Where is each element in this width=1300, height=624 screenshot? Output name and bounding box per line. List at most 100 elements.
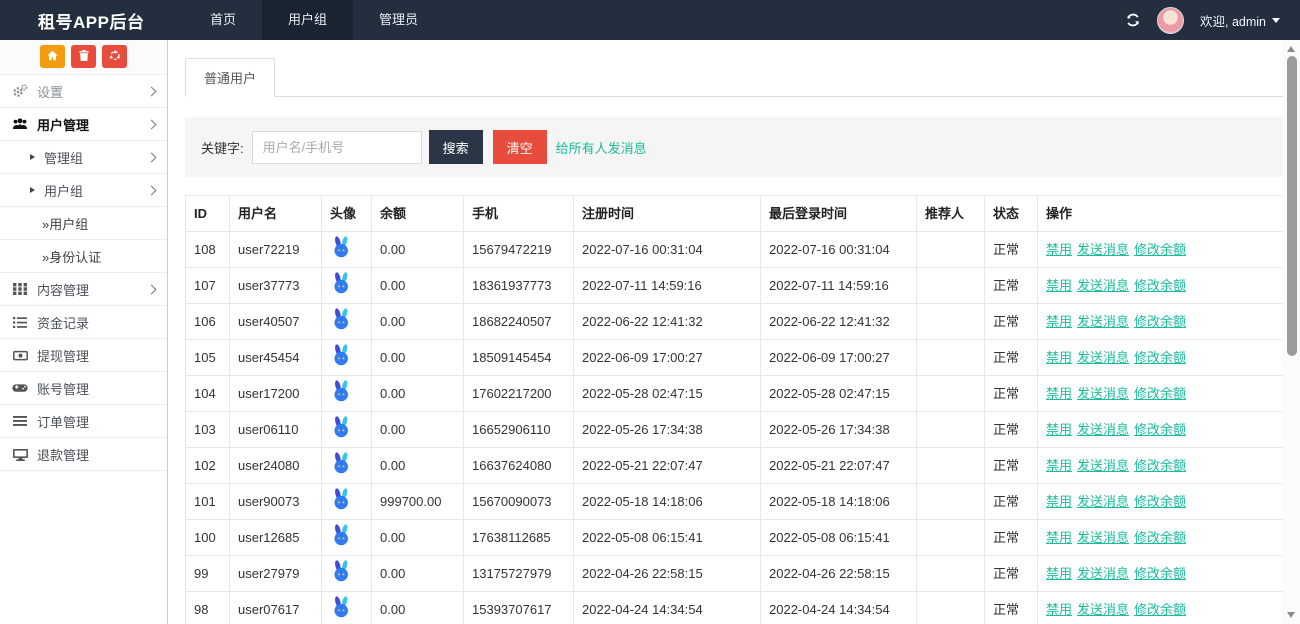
column-header: 用户名 <box>230 196 322 232</box>
cell-last-login: 2022-04-26 22:58:15 <box>761 556 917 592</box>
monitor-icon <box>12 448 28 461</box>
cell-username: user40507 <box>230 304 322 340</box>
rabbit-avatar-icon <box>330 380 353 403</box>
sidebar-item-fund-records[interactable]: 资金记录 <box>0 306 167 339</box>
user-avatar[interactable] <box>1157 7 1184 34</box>
action-link[interactable]: 禁用 <box>1046 386 1072 401</box>
action-link[interactable]: 禁用 <box>1046 422 1072 437</box>
cell-avatar <box>322 592 372 624</box>
column-header: 余额 <box>372 196 464 232</box>
action-link[interactable]: 禁用 <box>1046 350 1072 365</box>
cell-avatar <box>322 448 372 484</box>
action-link[interactable]: 禁用 <box>1046 602 1072 617</box>
table-row: 103 user06110 0.00 16652906110 2022-05-2… <box>186 412 1284 448</box>
cell-phone: 13175727979 <box>464 556 574 592</box>
action-link[interactable]: 发送消息 <box>1077 386 1129 401</box>
action-link[interactable]: 发送消息 <box>1077 242 1129 257</box>
sidebar-item-account-management[interactable]: 账号管理 <box>0 372 167 405</box>
sidebar-item-content-management[interactable]: 内容管理 <box>0 273 167 306</box>
action-link[interactable]: 发送消息 <box>1077 602 1129 617</box>
vertical-scrollbar[interactable] <box>1283 40 1300 624</box>
action-link[interactable]: 发送消息 <box>1077 422 1129 437</box>
action-link[interactable]: 发送消息 <box>1077 494 1129 509</box>
action-link[interactable]: 禁用 <box>1046 566 1072 581</box>
action-link[interactable]: 修改余额 <box>1134 350 1186 365</box>
row-actions: 禁用发送消息修改余额 <box>1038 520 1284 556</box>
search-button[interactable]: 搜索 <box>429 130 483 164</box>
cell-balance: 0.00 <box>372 520 464 556</box>
cell-balance: 0.00 <box>372 448 464 484</box>
refresh-icon[interactable] <box>1125 12 1141 28</box>
action-link[interactable]: 修改余额 <box>1134 530 1186 545</box>
action-link[interactable]: 修改余额 <box>1134 278 1186 293</box>
action-link[interactable]: 禁用 <box>1046 458 1072 473</box>
action-link[interactable]: 发送消息 <box>1077 278 1129 293</box>
sidebar-item-user-group[interactable]: 用户组 <box>0 174 167 207</box>
column-header: 状态 <box>985 196 1038 232</box>
cell-last-login: 2022-05-08 06:15:41 <box>761 520 917 556</box>
action-link[interactable]: 修改余额 <box>1134 242 1186 257</box>
cell-id: 106 <box>186 304 230 340</box>
sidebar-item-withdrawal-management[interactable]: 提现管理 <box>0 339 167 372</box>
sidebar-item-user-management[interactable]: 用户管理 <box>0 108 167 141</box>
action-link[interactable]: 修改余额 <box>1134 566 1186 581</box>
clear-button[interactable]: 清空 <box>493 130 547 164</box>
sidebar-item-settings[interactable]: 设置 <box>0 75 167 108</box>
cell-phone: 15679472219 <box>464 232 574 268</box>
action-link[interactable]: 发送消息 <box>1077 566 1129 581</box>
cell-referrer <box>917 556 985 592</box>
action-link[interactable]: 禁用 <box>1046 530 1072 545</box>
recycle-button[interactable] <box>102 45 127 68</box>
scrollbar-thumb[interactable] <box>1287 56 1297 356</box>
keyword-label: 关键字: <box>201 138 244 157</box>
column-header: 手机 <box>464 196 574 232</box>
scroll-up-arrow[interactable] <box>1287 46 1295 52</box>
action-link[interactable]: 修改余额 <box>1134 602 1186 617</box>
nav-item-user-group[interactable]: 用户组 <box>262 0 353 40</box>
action-link[interactable]: 修改余额 <box>1134 458 1186 473</box>
keyword-input[interactable] <box>252 131 422 164</box>
action-link[interactable]: 禁用 <box>1046 278 1072 293</box>
sidebar-item-admin-group[interactable]: 管理组 <box>0 141 167 174</box>
action-link[interactable]: 修改余额 <box>1134 422 1186 437</box>
list-icon <box>12 316 28 329</box>
action-link[interactable]: 发送消息 <box>1077 530 1129 545</box>
money-icon <box>12 349 28 362</box>
action-link[interactable]: 发送消息 <box>1077 458 1129 473</box>
action-link[interactable]: 修改余额 <box>1134 314 1186 329</box>
broadcast-message-link[interactable]: 给所有人发消息 <box>556 138 647 157</box>
caret-right-icon <box>30 154 35 160</box>
cell-registered: 2022-05-21 22:07:47 <box>574 448 761 484</box>
row-actions: 禁用发送消息修改余额 <box>1038 340 1284 376</box>
nav-item-admin[interactable]: 管理员 <box>353 0 444 40</box>
sidebar-item-refund-management[interactable]: 退款管理 <box>0 438 167 471</box>
navbar-right: 欢迎, admin <box>1125 7 1300 34</box>
action-link[interactable]: 修改余额 <box>1134 386 1186 401</box>
cell-last-login: 2022-05-18 14:18:06 <box>761 484 917 520</box>
sidebar-item-order-management[interactable]: 订单管理 <box>0 405 167 438</box>
tab-normal-users[interactable]: 普通用户 <box>185 58 275 97</box>
cell-username: user45454 <box>230 340 322 376</box>
action-link[interactable]: 禁用 <box>1046 242 1072 257</box>
trash-button[interactable] <box>71 45 96 68</box>
cell-status: 正常 <box>985 376 1038 412</box>
action-link[interactable]: 禁用 <box>1046 494 1072 509</box>
action-link[interactable]: 禁用 <box>1046 314 1072 329</box>
cell-referrer <box>917 268 985 304</box>
app-brand[interactable]: 租号APP后台 <box>0 8 168 33</box>
cell-status: 正常 <box>985 268 1038 304</box>
search-panel: 关键字: 搜索 清空 给所有人发消息 <box>185 117 1284 177</box>
column-header: 最后登录时间 <box>761 196 917 232</box>
action-link[interactable]: 发送消息 <box>1077 314 1129 329</box>
scroll-down-arrow[interactable] <box>1287 612 1295 618</box>
align-justify-icon <box>12 415 28 427</box>
home-button[interactable] <box>40 45 65 68</box>
cell-id: 108 <box>186 232 230 268</box>
nav-item-home[interactable]: 首页 <box>184 0 262 40</box>
sidebar-item-user-group-list[interactable]: »用户组 <box>0 207 167 240</box>
action-link[interactable]: 发送消息 <box>1077 350 1129 365</box>
welcome-dropdown[interactable]: 欢迎, admin <box>1200 11 1280 30</box>
action-link[interactable]: 修改余额 <box>1134 494 1186 509</box>
cell-status: 正常 <box>985 232 1038 268</box>
sidebar-item-identity-verification[interactable]: »身份认证 <box>0 240 167 273</box>
